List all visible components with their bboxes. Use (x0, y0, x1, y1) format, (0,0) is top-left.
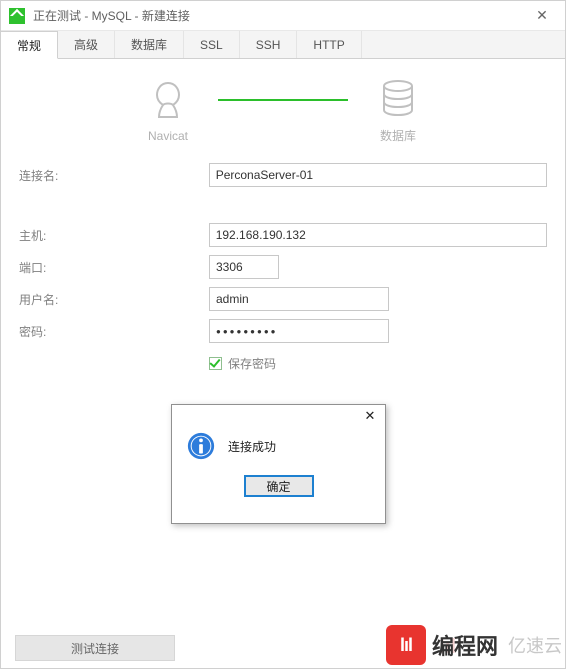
tab-label: 数据库 (131, 36, 167, 53)
tab-database[interactable]: 数据库 (115, 31, 184, 58)
port-label: 端口: (19, 259, 79, 276)
conn-name-input[interactable] (209, 163, 547, 187)
tab-http[interactable]: HTTP (297, 31, 361, 58)
dialog-close-icon[interactable]: ✕ (359, 408, 381, 424)
app-icon (9, 8, 25, 24)
watermark-text-bold: 编程网 (432, 629, 498, 661)
conn-name-label: 连接名: (19, 167, 79, 184)
connection-hero: Navicat 数据库 (19, 77, 547, 144)
tab-label: SSH (256, 38, 281, 52)
tab-label: HTTP (313, 38, 344, 52)
info-icon (186, 431, 216, 461)
username-input[interactable] (209, 287, 389, 311)
tab-ssh[interactable]: SSH (240, 31, 298, 58)
tab-strip: 常规 高级 数据库 SSL SSH HTTP (1, 31, 565, 59)
titlebar: 正在测试 - MySQL - 新建连接 ✕ (1, 1, 565, 31)
user-label: 用户名: (19, 291, 79, 308)
tab-ssl[interactable]: SSL (184, 31, 240, 58)
window-title: 正在测试 - MySQL - 新建连接 (33, 7, 190, 24)
password-input[interactable] (209, 319, 389, 343)
navicat-icon (147, 79, 189, 121)
watermark-badge-icon: lıl (386, 625, 426, 665)
tab-advanced[interactable]: 高级 (58, 31, 115, 58)
message-dialog: ✕ 连接成功 确定 (171, 404, 386, 524)
save-password-checkbox[interactable] (209, 357, 222, 370)
watermark-text-light: 亿速云 (508, 632, 562, 658)
hero-right-label: 数据库 (358, 127, 438, 144)
pass-label: 密码: (19, 323, 79, 340)
dialog-message: 连接成功 (228, 438, 276, 455)
port-input[interactable] (209, 255, 279, 279)
hero-left-label: Navicat (128, 129, 208, 143)
database-icon (377, 77, 419, 119)
tab-label: 常规 (17, 37, 41, 54)
host-label: 主机: (19, 227, 79, 244)
watermark: lıl 编程网 亿速云 (386, 625, 562, 665)
test-connection-button[interactable]: 测试连接 (15, 635, 175, 661)
tab-general[interactable]: 常规 (1, 31, 58, 59)
tab-label: 高级 (74, 36, 98, 53)
form-body: Navicat 数据库 连接名: 主机: 端口: (1, 59, 565, 628)
close-icon[interactable]: ✕ (527, 7, 557, 24)
hero-connector-line (218, 99, 348, 101)
connection-dialog-window: 正在测试 - MySQL - 新建连接 ✕ 常规 高级 数据库 SSL SSH … (0, 0, 566, 669)
host-input[interactable] (209, 223, 547, 247)
tab-label: SSL (200, 38, 223, 52)
save-password-label: 保存密码 (228, 355, 276, 372)
ok-button[interactable]: 确定 (244, 475, 314, 497)
